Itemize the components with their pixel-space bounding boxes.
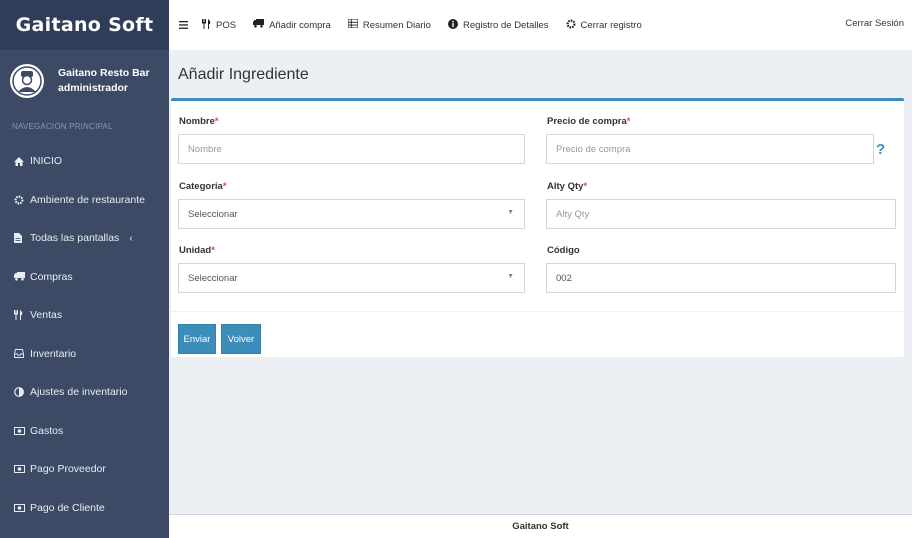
- sidebar-item-label: Gastos: [30, 424, 64, 437]
- sidebar-item-compras[interactable]: Compras: [0, 258, 169, 297]
- categoria-label: Categoría*: [179, 181, 227, 192]
- topbar-item-label: Registro de Detalles: [462, 19, 549, 31]
- unidad-label: Unidad*: [179, 245, 215, 256]
- topbar-pos-link[interactable]: POS: [202, 18, 237, 32]
- help-icon[interactable]: ?: [876, 141, 885, 158]
- sidebar-item-pago-cliente[interactable]: Pago de Cliente: [0, 489, 169, 528]
- topbar-item-label: POS: [216, 19, 237, 31]
- sidebar-item-label: Todas las pantallas: [30, 232, 120, 245]
- user-name: Gaitano Resto Bar: [58, 67, 150, 79]
- form-footer-divider: [171, 311, 904, 312]
- inbox-icon: [14, 349, 30, 359]
- sidebar-item-gastos[interactable]: Gastos: [0, 412, 169, 451]
- cutlery-icon: [14, 310, 30, 321]
- user-panel: Gaitano Resto Bar administrador: [0, 50, 169, 112]
- topbar-item-label: Añadir compra: [269, 19, 331, 31]
- alty-qty-input[interactable]: Alty Qty: [546, 199, 896, 229]
- cutlery-icon: [202, 18, 211, 32]
- user-role: administrador: [58, 82, 129, 94]
- back-button[interactable]: Volver: [221, 324, 261, 354]
- precio-label: Precio de compra*: [547, 116, 630, 127]
- sidebar-item-ventas[interactable]: Ventas: [0, 296, 169, 335]
- sidebar-item-label: Pago Proveedor: [30, 463, 106, 476]
- sidebar-item-label: Ambiente de restaurante: [30, 193, 145, 206]
- gear-icon: [566, 18, 576, 32]
- money-icon: [14, 465, 30, 474]
- chevron-down-icon: ▼: [507, 209, 514, 216]
- sidebar-item-label: Ajustes de inventario: [30, 386, 128, 399]
- topbar-close-register-link[interactable]: Cerrar registro: [566, 18, 642, 32]
- page-footer: Gaitano Soft: [169, 514, 912, 538]
- topbar-add-purchase-link[interactable]: Añadir compra: [253, 19, 331, 31]
- truck-icon: [14, 272, 30, 281]
- nombre-label-text: Nombre: [179, 116, 215, 127]
- precio-label-text: Precio de compra: [547, 116, 627, 127]
- sidebar-item-ambiente[interactable]: Ambiente de restaurante: [0, 181, 169, 220]
- codigo-input[interactable]: 002: [546, 263, 896, 293]
- required-mark: *: [214, 116, 219, 127]
- sidebar-item-label: Compras: [30, 270, 73, 283]
- nav-header: NAVEGACIÓN PRINCIPAL: [12, 122, 113, 131]
- sidebar-item-pago-proveedor[interactable]: Pago Proveedor: [0, 450, 169, 489]
- required-mark: *: [583, 181, 588, 192]
- alty-label-text: Alty Qty: [547, 181, 584, 192]
- required-mark: *: [222, 181, 227, 192]
- categoria-label-text: Categoría: [179, 181, 223, 192]
- menu-toggle-icon[interactable]: [179, 18, 188, 32]
- brand-logo[interactable]: Gaitano Soft: [0, 0, 169, 50]
- adjust-icon: [14, 387, 30, 398]
- unidad-label-text: Unidad: [179, 245, 212, 256]
- form-box: Nombre* Nombre Precio de compra* Precio …: [171, 98, 904, 357]
- topbar-item-label: Resumen Diario: [362, 19, 431, 31]
- list-icon: [347, 18, 359, 31]
- sidebar-item-inventario[interactable]: Inventario: [0, 335, 169, 374]
- sidebar-item-pantallas[interactable]: Todas las pantallas ‹: [0, 219, 169, 258]
- sidebar-item-ajustes[interactable]: Ajustes de inventario: [0, 373, 169, 412]
- truck-icon: [253, 19, 265, 31]
- top-navbar: POS Añadir compra Resumen Diario Registr…: [169, 0, 912, 50]
- topbar-daily-summary-link[interactable]: Resumen Diario: [347, 18, 431, 31]
- page-title: Añadir Ingrediente: [178, 66, 309, 83]
- file-icon: [14, 233, 30, 244]
- nombre-input[interactable]: Nombre: [178, 134, 525, 164]
- logout-link[interactable]: Cerrar Sesión: [845, 18, 904, 29]
- sidebar-item-label: Inventario: [30, 347, 77, 360]
- sidebar-item-label: Ventas: [30, 309, 63, 322]
- home-icon: [14, 156, 30, 166]
- gear-icon: [14, 195, 30, 205]
- chevron-down-icon: ▼: [507, 273, 514, 280]
- sidebar-item-inicio[interactable]: INICIO: [0, 142, 169, 181]
- topbar-details-log-link[interactable]: Registro de Detalles: [447, 18, 549, 32]
- brand-name: Gaitano Soft: [15, 14, 154, 36]
- categoria-select[interactable]: Seleccionar ▼: [178, 199, 525, 229]
- money-icon: [14, 426, 30, 435]
- nombre-label: Nombre*: [179, 116, 219, 127]
- required-mark: *: [626, 116, 631, 127]
- codigo-label: Código: [547, 245, 580, 256]
- alty-label: Alty Qty*: [547, 181, 587, 192]
- required-mark: *: [211, 245, 215, 256]
- user-avatar-icon: [10, 64, 44, 98]
- submit-button[interactable]: Enviar: [178, 324, 216, 354]
- categoria-select-value: Seleccionar: [188, 208, 238, 220]
- money-icon: [14, 503, 30, 512]
- unidad-select-value: Seleccionar: [188, 272, 238, 284]
- chevron-left-icon[interactable]: ‹: [129, 233, 132, 244]
- topbar-item-label: Cerrar registro: [580, 19, 642, 31]
- sidebar: Gaitano Soft Gaitano Resto Bar administr…: [0, 0, 169, 538]
- sidebar-item-label: Pago de Cliente: [30, 501, 105, 514]
- precio-input[interactable]: Precio de compra: [546, 134, 874, 164]
- info-icon: [447, 18, 458, 32]
- unidad-select[interactable]: Seleccionar ▼: [178, 263, 525, 293]
- sidebar-item-label: INICIO: [30, 155, 63, 168]
